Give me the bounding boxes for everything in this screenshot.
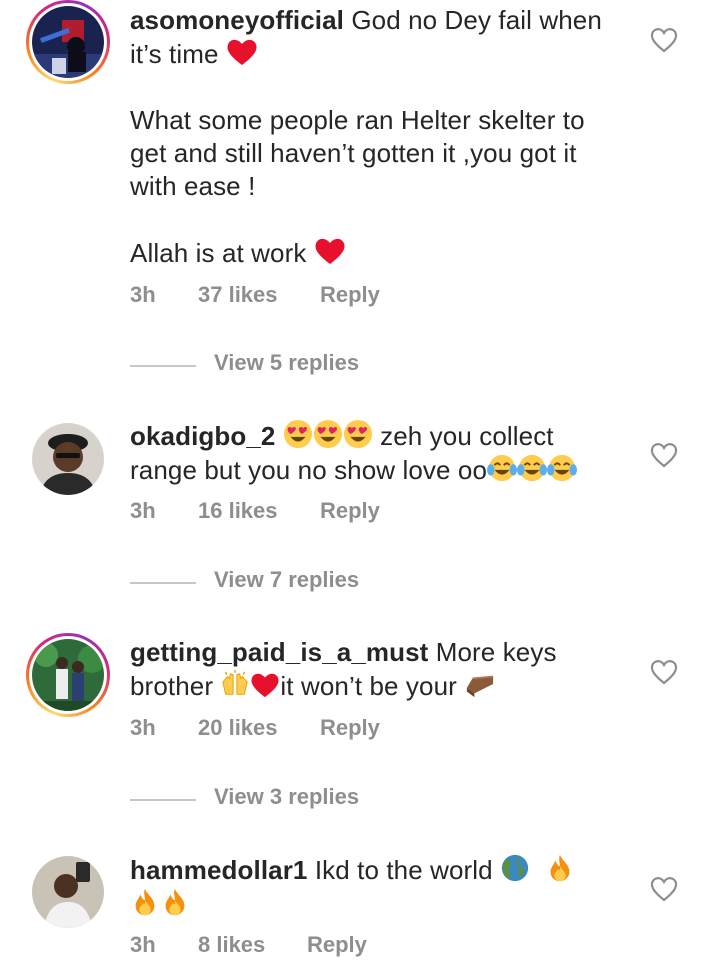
avatar-hammedollar1[interactable] xyxy=(32,856,104,928)
reply-button[interactable]: Reply xyxy=(320,715,380,741)
reply-button[interactable]: Reply xyxy=(307,932,367,958)
username[interactable]: asomoneyofficial xyxy=(130,5,344,35)
divider-line xyxy=(130,799,196,801)
view-replies-label[interactable]: View 5 replies xyxy=(214,350,359,376)
comment-text: getting_paid_is_a_must More keys brother… xyxy=(130,636,630,703)
timestamp: 3h xyxy=(130,715,156,740)
tears-of-joy-emoji xyxy=(547,453,577,483)
heart-eyes-emoji xyxy=(313,419,343,449)
divider-line xyxy=(130,365,196,367)
red-heart-emoji xyxy=(314,236,346,266)
avatar-okadigbo_2[interactable] xyxy=(32,423,104,495)
avatar-image xyxy=(32,6,104,78)
tears-of-joy-emoji xyxy=(517,453,547,483)
view-replies-label[interactable]: View 7 replies xyxy=(214,567,359,593)
heart-eyes-emoji xyxy=(283,419,313,449)
coffin-emoji xyxy=(464,669,496,699)
comment-line: it won’t be your xyxy=(280,671,457,701)
fire-emoji xyxy=(130,887,160,917)
fire-emoji xyxy=(545,853,575,883)
timestamp: 3h xyxy=(130,282,156,307)
comment-line: Allah is at work xyxy=(130,238,307,268)
comment-line: brother xyxy=(130,671,214,701)
like-heart-icon[interactable] xyxy=(650,27,678,53)
globe-emoji xyxy=(500,853,530,883)
comment-line: get and still haven’t gotten it ,you got… xyxy=(130,138,577,168)
view-replies-label[interactable]: View 3 replies xyxy=(214,784,359,810)
timestamp: 3h xyxy=(130,498,156,523)
avatar-image xyxy=(32,639,104,711)
red-heart-emoji xyxy=(250,671,280,699)
divider-line xyxy=(130,582,196,584)
comment-line: range but you no show love oo xyxy=(130,455,488,485)
comment-line: zeh you collect xyxy=(380,421,554,451)
comment-text: okadigbo_2 zeh you collect range but you… xyxy=(130,419,630,487)
comment-line: with ease ! xyxy=(130,171,256,201)
likes-count[interactable]: 20 likes xyxy=(198,715,278,741)
comment-text: asomoneyofficial God no Dey fail when it… xyxy=(130,4,630,270)
like-heart-icon[interactable] xyxy=(650,876,678,902)
avatar-image xyxy=(32,856,104,928)
reply-button[interactable]: Reply xyxy=(320,498,380,524)
avatar-asomoneyofficial[interactable] xyxy=(26,0,110,84)
comment-line: Ikd to the world xyxy=(314,855,493,885)
avatar-getting_paid_is_a_must[interactable] xyxy=(26,633,110,717)
comment-line: God no Dey fail when xyxy=(351,5,602,35)
timestamp: 3h xyxy=(130,932,156,957)
avatar-image xyxy=(32,423,104,495)
raised-hands-emoji xyxy=(220,669,250,699)
red-heart-emoji xyxy=(226,37,258,67)
tears-of-joy-emoji xyxy=(487,453,517,483)
fire-emoji xyxy=(160,887,190,917)
comment-line: More keys xyxy=(435,637,557,667)
likes-count[interactable]: 16 likes xyxy=(198,498,278,524)
username[interactable]: okadigbo_2 xyxy=(130,421,275,451)
username[interactable]: getting_paid_is_a_must xyxy=(130,637,428,667)
likes-count[interactable]: 37 likes xyxy=(198,282,278,308)
like-heart-icon[interactable] xyxy=(650,659,678,685)
comment-line: it’s time xyxy=(130,39,219,69)
heart-eyes-emoji xyxy=(343,419,373,449)
like-heart-icon[interactable] xyxy=(650,442,678,468)
comment-line: What some people ran Helter skelter to xyxy=(130,105,585,135)
likes-count[interactable]: 8 likes xyxy=(198,932,265,958)
comment-text: hammedollar1 Ikd to the world xyxy=(130,853,630,921)
username[interactable]: hammedollar1 xyxy=(130,855,308,885)
reply-button[interactable]: Reply xyxy=(320,282,380,308)
